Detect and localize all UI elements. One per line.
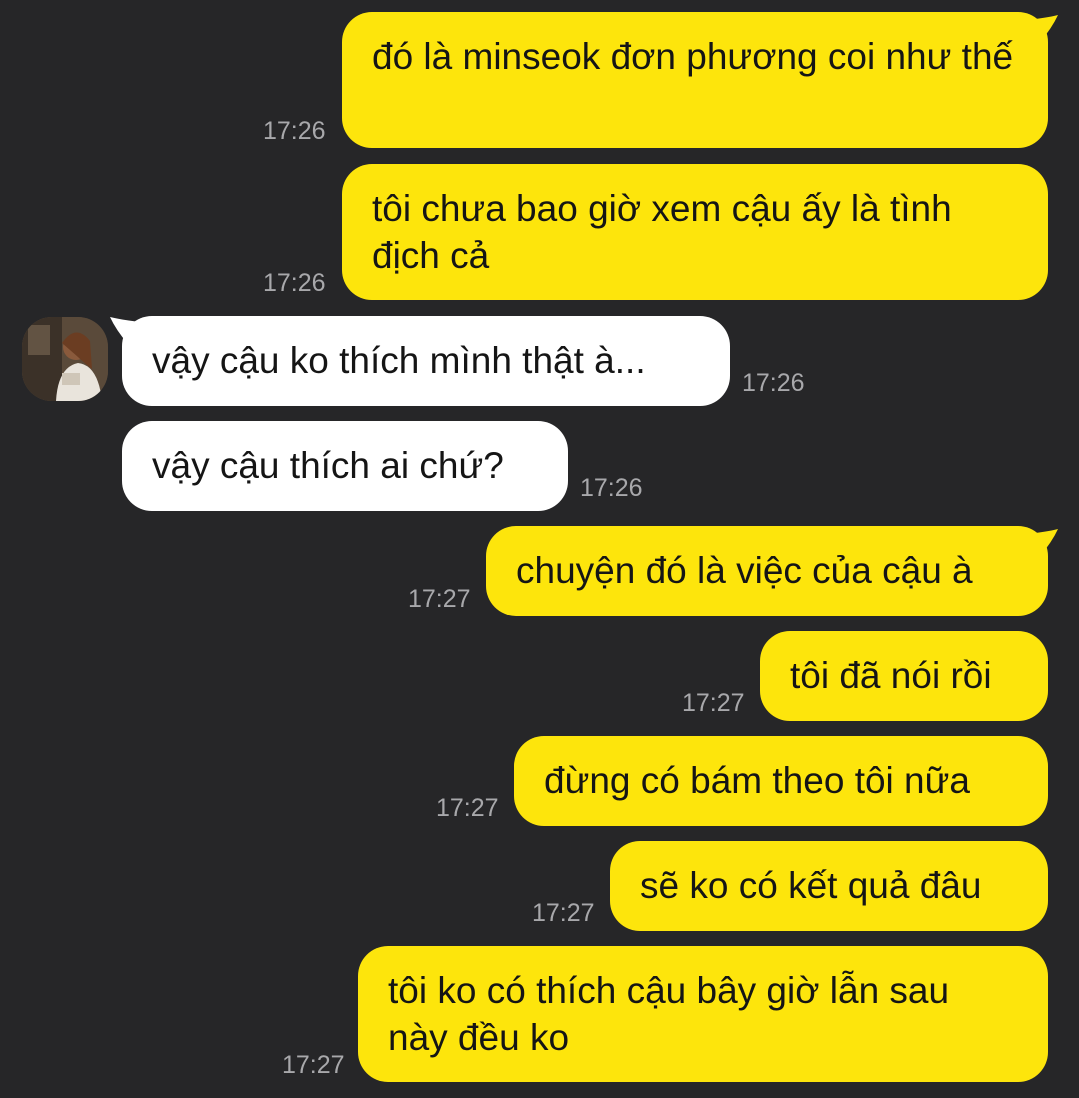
message-text: tôi ko có thích cậu bây giờ lẫn sau này … [388,970,950,1058]
message-bubble-received[interactable]: vậy cậu thích ai chứ? [122,421,568,511]
message-timestamp: 17:26 [263,117,326,145]
message-text: đó là minseok đơn phương coi như thế [372,36,1014,77]
profile-photo-icon [22,317,108,401]
message-bubble-sent[interactable]: đừng có bám theo tôi nữa [514,736,1048,826]
message-bubble-sent[interactable]: chuyện đó là việc của cậu à [486,526,1048,616]
message-timestamp: 17:27 [408,585,471,613]
message-bubble-sent[interactable]: sẽ ko có kết quả đâu [610,841,1048,931]
message-bubble-sent[interactable]: tôi ko có thích cậu bây giờ lẫn sau này … [358,946,1048,1082]
message-bubble-received[interactable]: vậy cậu ko thích mình thật à... [122,316,730,406]
message-timestamp: 17:27 [282,1051,345,1079]
message-text: tôi chưa bao giờ xem cậu ấy là tình địch… [372,188,952,276]
message-text: sẽ ko có kết quả đâu [640,865,982,906]
message-text: chuyện đó là việc của cậu à [516,550,973,591]
message-text: tôi đã nói rồi [790,655,992,696]
contact-avatar[interactable] [22,317,108,401]
message-bubble-sent[interactable]: tôi đã nói rồi [760,631,1048,721]
message-text: vậy cậu ko thích mình thật à... [152,340,646,381]
message-timestamp: 17:26 [263,269,326,297]
chat-thread: đó là minseok đơn phương coi như thế 17:… [0,0,1079,1098]
message-bubble-sent[interactable]: tôi chưa bao giờ xem cậu ấy là tình địch… [342,164,1048,300]
message-timestamp: 17:27 [532,899,595,927]
message-timestamp: 17:27 [436,794,499,822]
message-bubble-sent[interactable]: đó là minseok đơn phương coi như thế [342,12,1048,148]
message-timestamp: 17:26 [580,474,643,502]
message-text: vậy cậu thích ai chứ? [152,445,504,486]
message-text: đừng có bám theo tôi nữa [544,760,970,801]
message-timestamp: 17:26 [742,369,805,397]
message-timestamp: 17:27 [682,689,745,717]
